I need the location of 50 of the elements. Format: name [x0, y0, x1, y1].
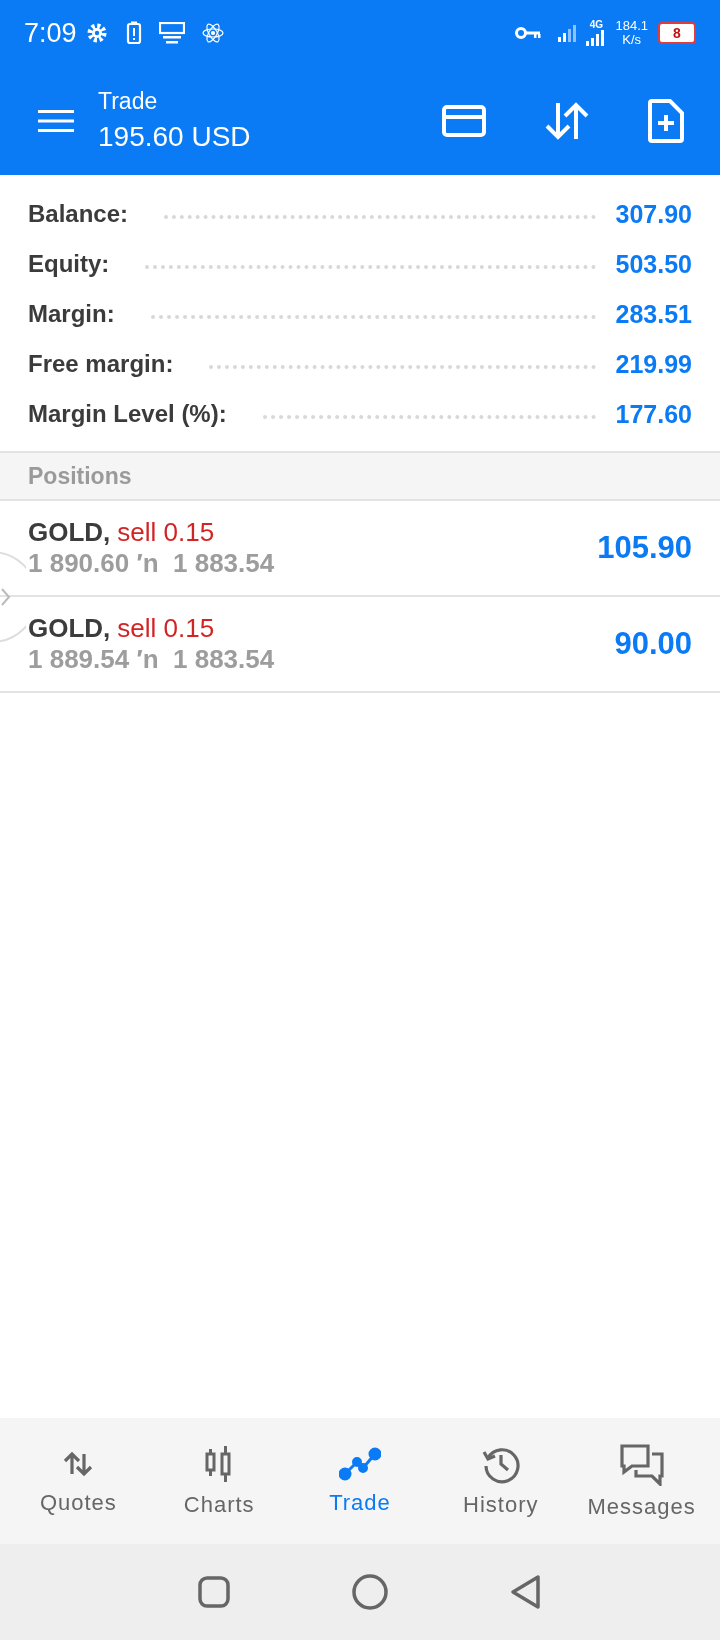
summary-value: 177.60 [615, 399, 692, 429]
position-prices: 1 890.60 ′n 1 883.54 [28, 548, 276, 579]
position-side: sell 0.15 [117, 613, 215, 644]
home-button[interactable] [351, 1573, 389, 1611]
menu-icon[interactable] [38, 108, 74, 133]
status-time: 7:09 [24, 17, 77, 49]
sort-arrows-icon[interactable] [544, 100, 590, 141]
nav-label: Messages [587, 1494, 696, 1520]
new-document-icon[interactable] [648, 98, 684, 143]
summary-label: Margin: [28, 300, 115, 328]
nav-tab[interactable]: Trade [289, 1446, 431, 1516]
position-profit: 105.90 [597, 530, 692, 566]
chat-bubbles-icon [617, 1442, 666, 1486]
position-symbol: GOLD, [28, 517, 111, 548]
battery-icon: 8 [658, 22, 696, 44]
summary-value: 307.90 [615, 199, 692, 229]
account-balance: 195.60 USD [98, 121, 252, 153]
summary-value: 503.50 [615, 249, 692, 279]
position-prices: 1 889.54 ′n 1 883.54 [28, 644, 276, 675]
nav-label: Quotes [39, 1490, 117, 1516]
section-title: Positions [28, 462, 132, 490]
atom-icon [200, 21, 225, 45]
battery-alert-icon [124, 21, 143, 45]
nav-tab[interactable]: Messages [571, 1442, 712, 1520]
nav-label: Charts [183, 1492, 255, 1518]
network-speed: 184.1 [615, 19, 648, 33]
summary-value: 219.99 [615, 349, 692, 379]
summary-label: Margin Level (%): [28, 400, 227, 428]
back-button[interactable] [509, 1573, 543, 1611]
header-title: Trade [98, 88, 159, 115]
summary-label: Free margin: [28, 350, 174, 378]
position-side: sell 0.15 [117, 517, 215, 548]
nav-tab[interactable]: History [430, 1444, 572, 1518]
summary-value: 283.51 [615, 299, 692, 329]
summary-label: Equity: [28, 250, 110, 278]
nav-label: Trade [329, 1490, 391, 1516]
monitor-icon [158, 22, 185, 44]
nav-tab[interactable]: Quotes [8, 1446, 149, 1516]
position-symbol: GOLD, [28, 613, 111, 644]
speed-unit: K/s [622, 33, 642, 47]
nav-tab[interactable]: Charts [148, 1444, 290, 1518]
recents-button[interactable] [197, 1575, 231, 1609]
network-type: 4G [589, 20, 604, 30]
summary-label: Balance: [28, 200, 129, 228]
side-panel-handle[interactable] [0, 551, 26, 643]
card-icon[interactable] [442, 104, 486, 137]
key-icon [515, 26, 542, 40]
position-profit: 90.00 [614, 626, 692, 662]
trend-line-icon [339, 1446, 381, 1482]
nav-label: History [463, 1492, 539, 1518]
